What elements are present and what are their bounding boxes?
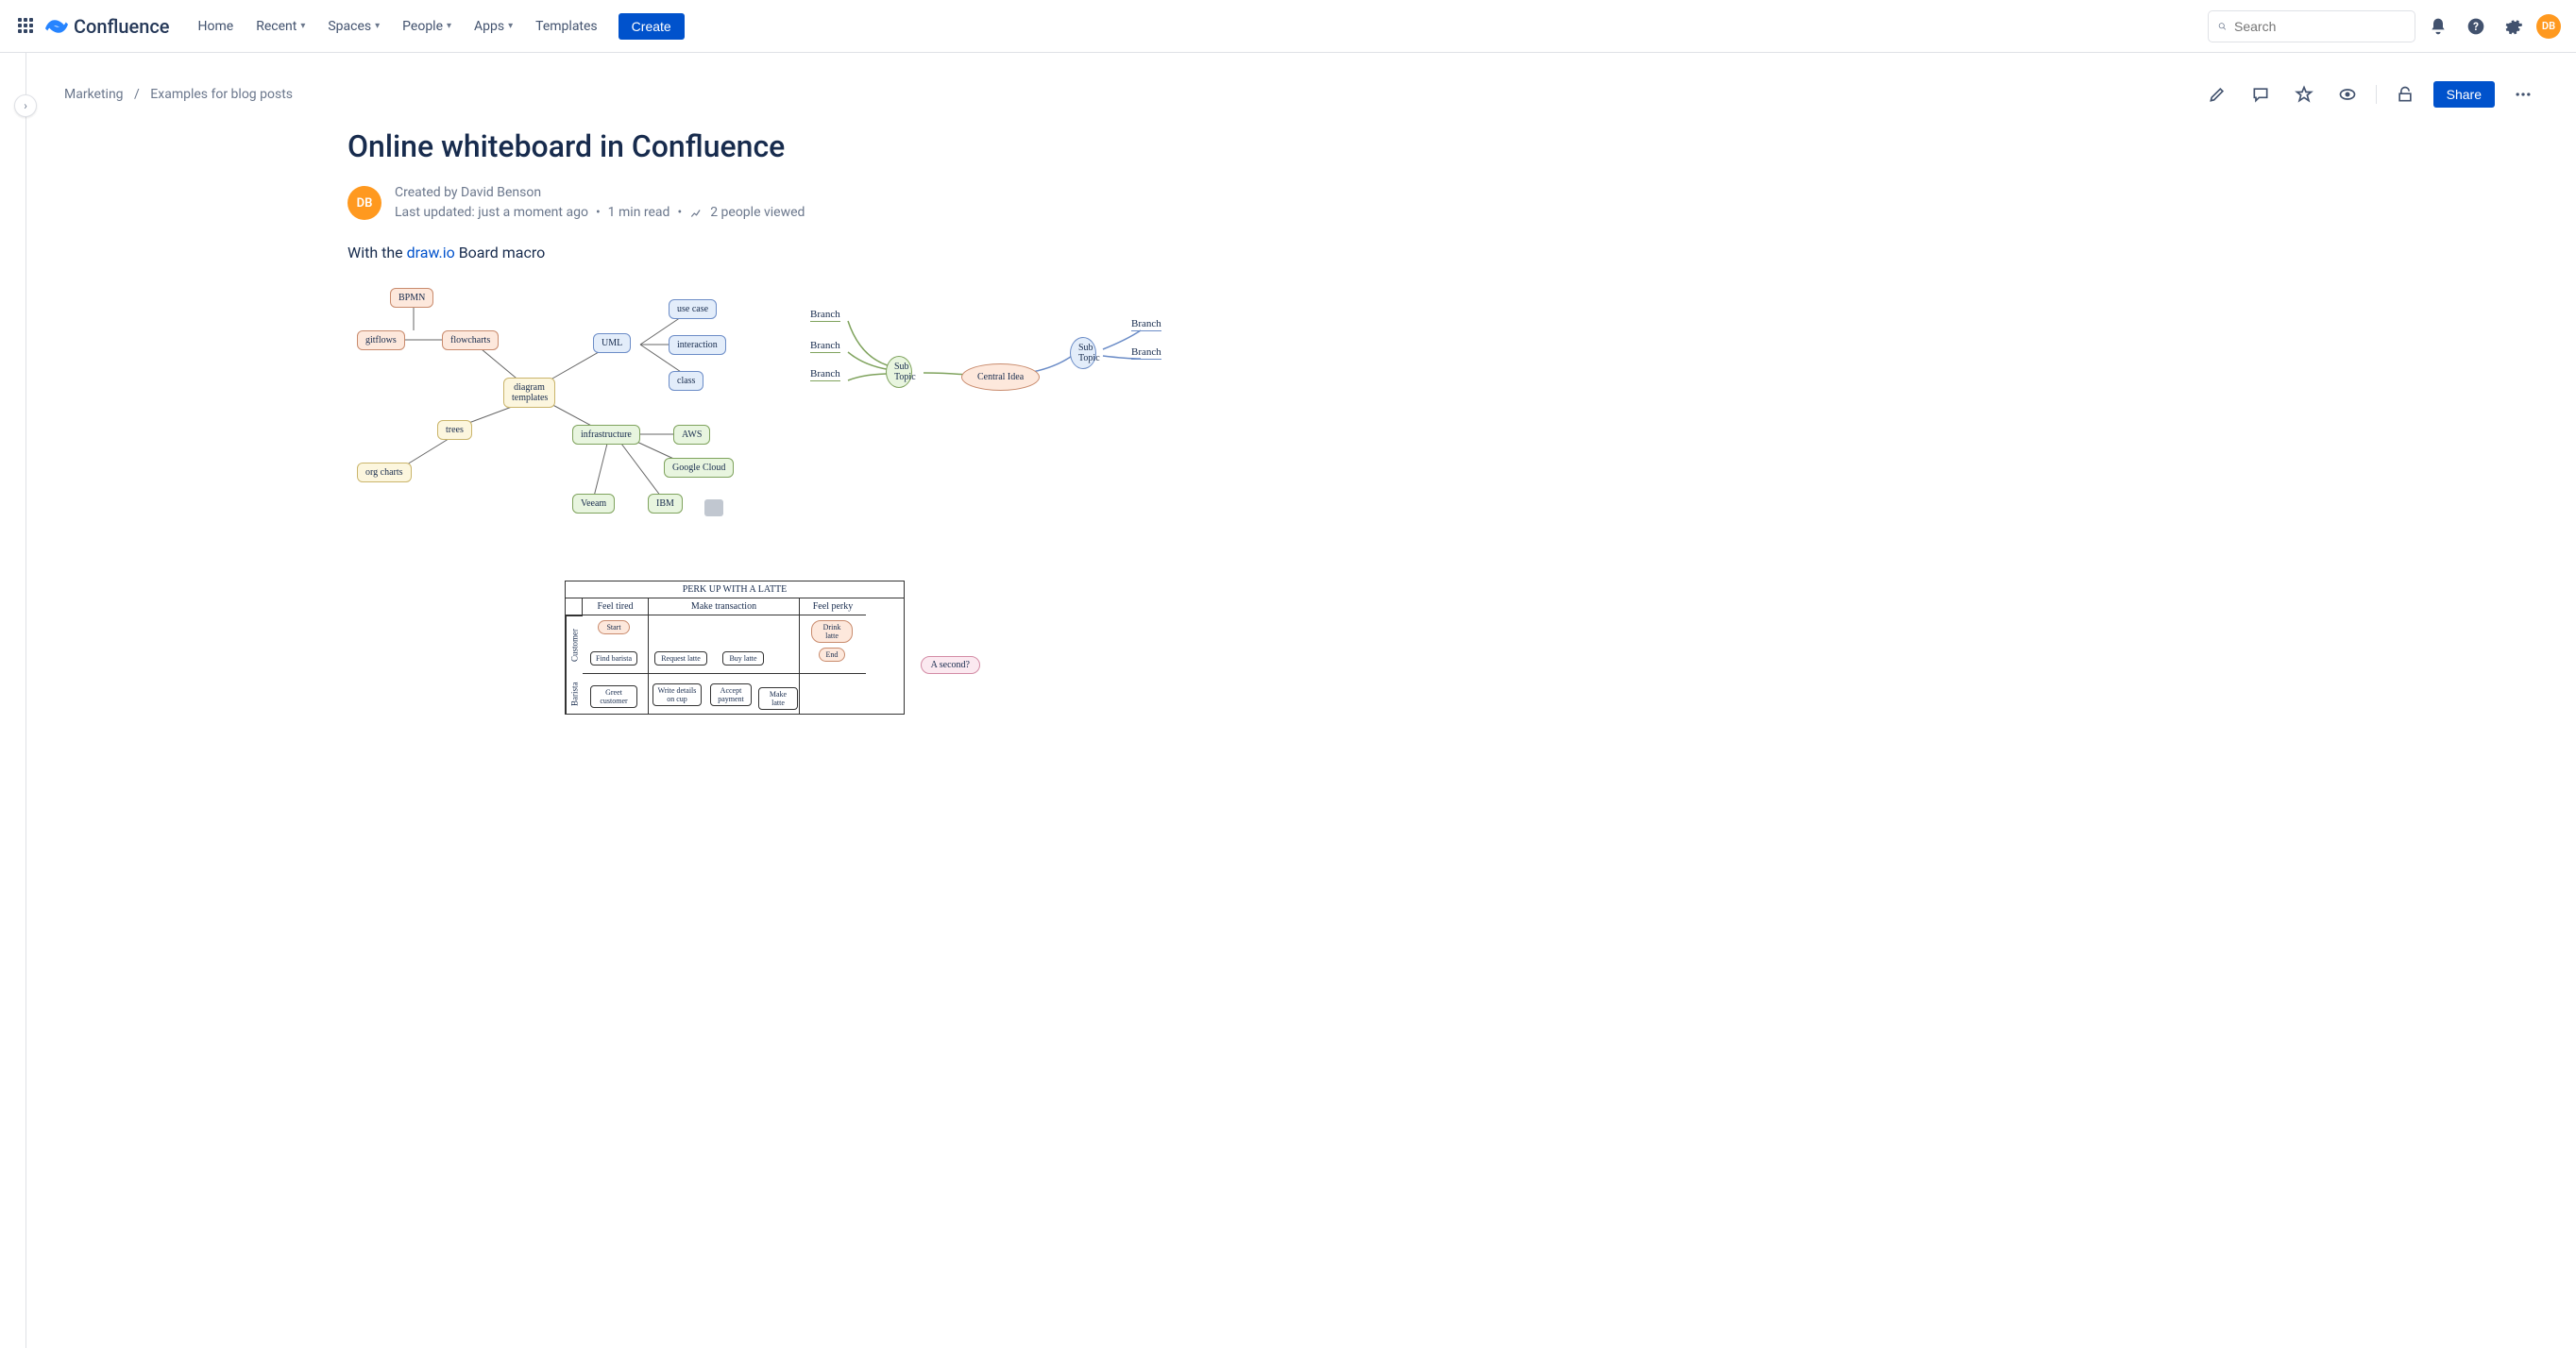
node-orgcharts: org charts [357,463,412,482]
nav-apps[interactable]: Apps▾ [465,13,522,40]
central-idea-mindmap[interactable]: Branch Branch Branch Sub Topic Central I… [791,278,1188,448]
sidebar-collapsed: › [0,53,26,1348]
nav-people[interactable]: People▾ [393,13,461,40]
search-input[interactable] [2208,10,2415,42]
restrictions-icon[interactable] [2390,79,2420,110]
settings-icon[interactable] [2499,11,2529,42]
page-actions: Share [2202,79,2538,110]
comment-icon[interactable] [2246,79,2276,110]
breadcrumb: Marketing / Examples for blog posts [64,87,293,102]
byline: DB Created by David Benson Last updated:… [347,183,1367,223]
node-gitflows: gitflows [357,330,405,350]
user-avatar[interactable]: DB [2536,14,2561,39]
node-interaction: interaction [669,335,726,355]
annotation-a-second: A second? [921,656,980,674]
node-ibm: IBM [648,494,683,514]
help-icon[interactable]: ? [2461,11,2491,42]
branch-l3: Branch [810,368,840,381]
breadcrumb-space[interactable]: Marketing [64,87,124,102]
confluence-logo[interactable]: Confluence [45,15,170,38]
phase-3: Feel perky [800,598,866,615]
article: Online whiteboard in Confluence DB Creat… [347,117,1367,715]
page-title: Online whiteboard in Confluence [347,128,1367,164]
page-header-row: Marketing / Examples for blog posts Shar… [64,53,2538,117]
analytics-icon [689,207,703,220]
nav-spaces[interactable]: Spaces▾ [318,13,389,40]
node-subtopic-right: Sub Topic [1070,337,1096,369]
phase-1: Feel tired [583,598,649,615]
edit-icon[interactable] [2202,79,2232,110]
nav-items: Home Recent▾ Spaces▾ People▾ Apps▾ Templ… [189,13,685,40]
expand-sidebar-button[interactable]: › [14,94,37,117]
intro-text: With the draw.io Board macro [347,244,1367,261]
branch-r1: Branch [1131,318,1161,331]
node-bpmn: BPMN [390,288,433,308]
swim-title: Perk up with a latte [566,581,904,598]
star-icon[interactable] [2289,79,2319,110]
top-nav: Confluence Home Recent▾ Spaces▾ People▾ … [0,0,2576,53]
lane-customer: Customer [566,615,583,674]
comment-marker-icon[interactable] [704,499,723,516]
created-by: Created by David Benson [395,183,805,203]
node-veeam: Veeam [572,494,615,514]
node-buy-latte: Buy latte [722,651,764,666]
nav-recent[interactable]: Recent▾ [246,13,314,40]
create-button[interactable]: Create [619,13,685,40]
breadcrumb-parent[interactable]: Examples for blog posts [150,87,293,102]
chevron-down-icon: ▾ [375,21,380,31]
branch-l1: Branch [810,309,840,322]
node-aws: AWS [673,425,710,445]
apps-switcher-icon[interactable] [15,15,38,38]
last-updated: Last updated: just a moment ago [395,203,588,223]
node-accept-payment: Accept payment [710,683,752,706]
node-usecase: use case [669,299,717,319]
drawio-link[interactable]: draw.io [407,244,455,261]
node-central: Central Idea [961,363,1040,391]
viewers[interactable]: 2 people viewed [710,203,805,223]
chevron-down-icon: ▾ [447,21,451,31]
node-end: End [819,648,845,662]
lane-barista: Barista [566,674,583,714]
nav-templates[interactable]: Templates [526,13,607,40]
node-trees: trees [437,420,472,440]
branch-r2: Branch [1131,346,1161,360]
chevron-down-icon: ▾ [300,21,305,31]
share-button[interactable]: Share [2433,81,2495,108]
node-start: Start [598,620,630,634]
node-make-latte: Make latte [758,687,798,710]
more-actions-icon[interactable] [2508,79,2538,110]
swimlane-diagram[interactable]: Perk up with a latte Feel tired Make tra… [565,581,905,715]
search-field[interactable] [2234,19,2405,34]
node-class: class [669,371,703,391]
node-gcloud: Google Cloud [664,458,734,478]
chevron-down-icon: ▾ [508,21,513,31]
node-greet: Greet customer [590,685,637,708]
watch-icon[interactable] [2332,79,2363,110]
node-uml: UML [593,333,631,353]
node-write-details: Write details on cup [652,683,702,706]
node-subtopic-left: Sub Topic [886,356,912,388]
branch-l2: Branch [810,340,840,353]
diagram-row: BPMN flowcharts gitflows diagram templat… [347,278,1367,524]
svg-text:?: ? [2473,20,2479,33]
nav-home[interactable]: Home [189,13,244,40]
node-request-latte: Request latte [654,651,707,666]
phase-2: Make transaction [649,598,800,615]
confluence-icon [45,15,68,38]
author-avatar[interactable]: DB [347,186,381,220]
node-flowcharts: flowcharts [442,330,499,350]
notifications-icon[interactable] [2423,11,2453,42]
node-drink-latte: Drink latte [811,620,853,643]
search-icon [2218,19,2227,34]
brand-name: Confluence [74,15,170,38]
node-infra: infrastructure [572,425,640,445]
read-time: 1 min read [608,203,670,223]
node-center: diagram templates [503,378,555,408]
node-find-barista: Find barista [590,651,637,666]
diagram-templates-mindmap[interactable]: BPMN flowcharts gitflows diagram templat… [347,278,744,524]
